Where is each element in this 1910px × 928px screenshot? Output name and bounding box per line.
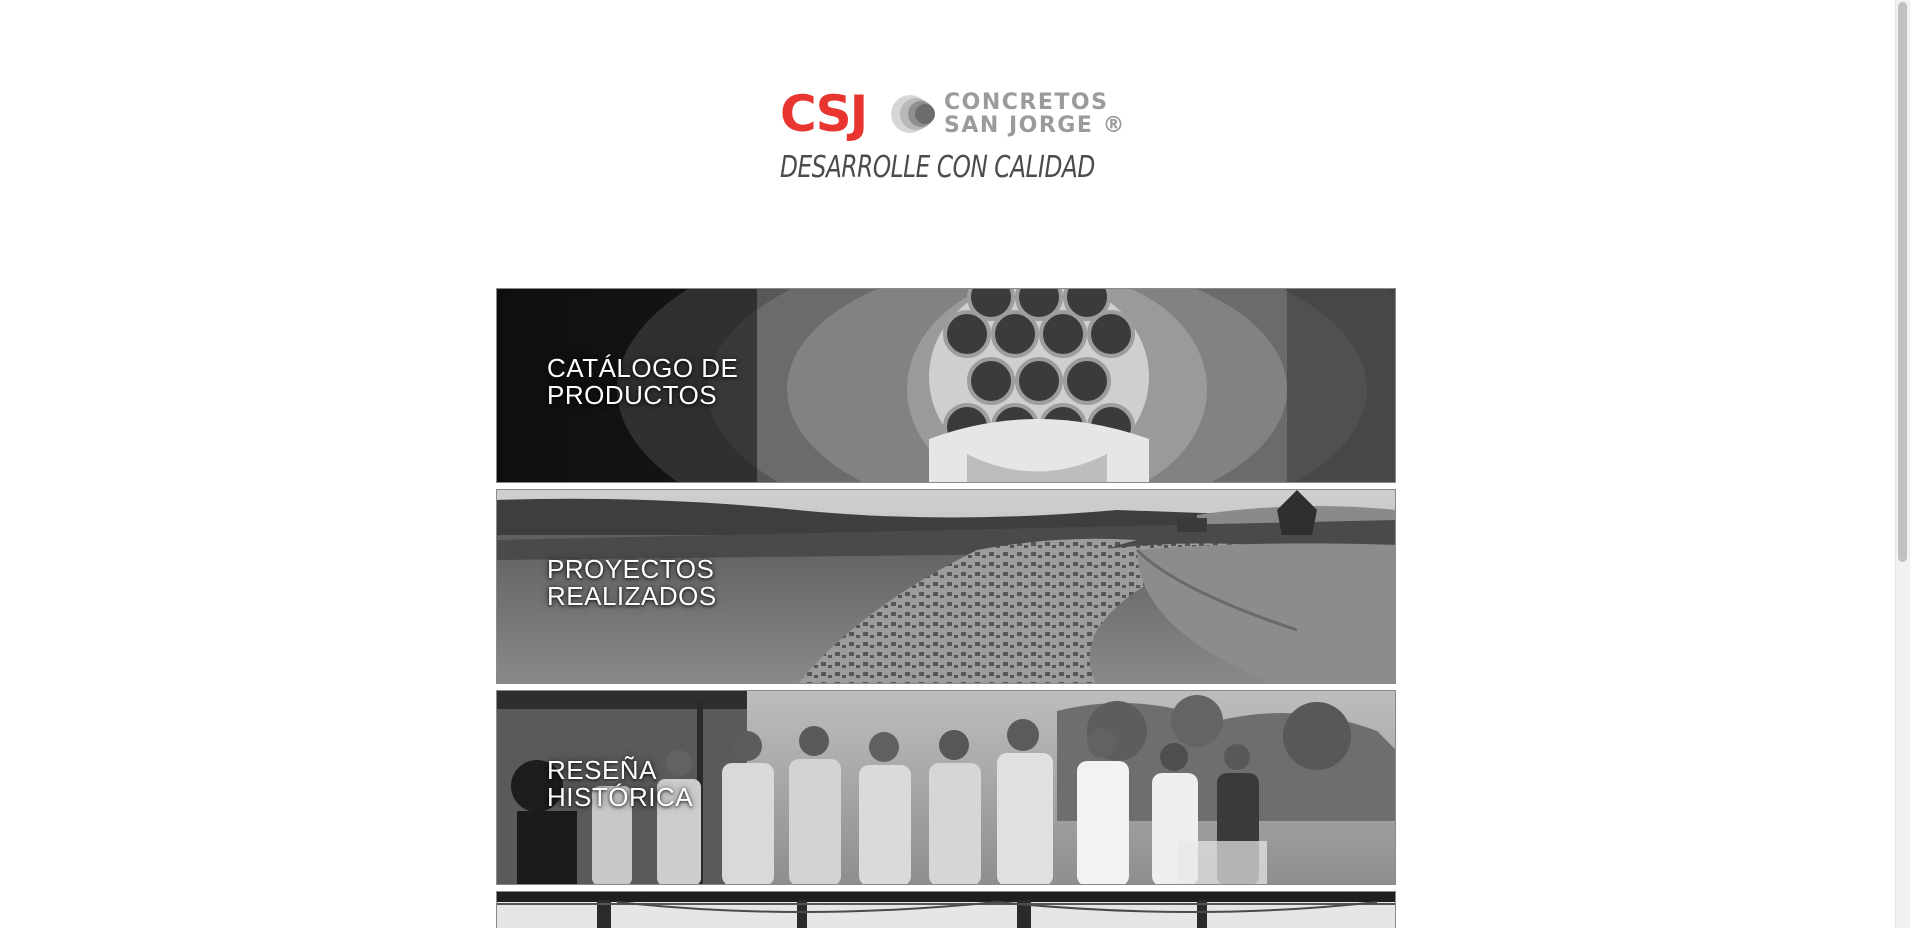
logo-tagline: DESARROLLE CON CALIDAD: [780, 150, 1095, 185]
concrete-pipe-logo-icon: [891, 95, 935, 133]
scrollbar-thumb[interactable]: [1898, 2, 1907, 562]
logo-initials: CSJ: [780, 85, 868, 143]
banner-title-proyectos: PROYECTOS REALIZADOS: [547, 554, 717, 611]
logo-name-line2: SAN JORGE ®: [944, 113, 1127, 138]
logo-lockup: CSJ CONCRETOS SAN JORGE ®: [780, 85, 1125, 143]
brand-logo[interactable]: CSJ CONCRETOS SAN JORGE ® DESARROLLE CON…: [780, 85, 1125, 196]
banner-fourth-partial[interactable]: [496, 891, 1396, 928]
banner-title-catalogo: CATÁLOGO DE PRODUCTOS: [547, 353, 739, 410]
logo-company-name: CONCRETOS SAN JORGE ®: [944, 91, 1126, 137]
logo-name-line1: CONCRETOS: [944, 90, 1109, 115]
vertical-scrollbar[interactable]: [1895, 0, 1910, 928]
banner-catalogo-productos[interactable]: CATÁLOGO DE PRODUCTOS: [496, 288, 1396, 483]
banner-proyectos-realizados[interactable]: PROYECTOS REALIZADOS: [496, 489, 1396, 684]
roof-structure-image: [497, 892, 1395, 928]
banner-title-resena: RESEÑA HISTÓRICA: [547, 755, 694, 812]
banner-resena-historica[interactable]: RESEÑA HISTÓRICA: [496, 690, 1396, 885]
page: CSJ CONCRETOS SAN JORGE ® DESARROLLE CON…: [0, 0, 1910, 928]
